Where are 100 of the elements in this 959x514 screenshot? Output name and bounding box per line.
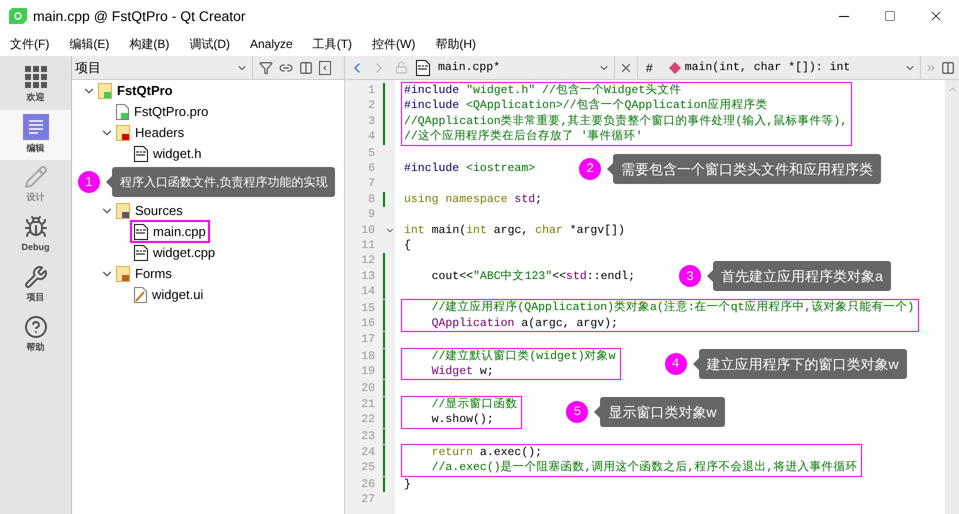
- split-icon[interactable]: [299, 60, 313, 74]
- mode-button[interactable]: 欢迎: [0, 60, 71, 110]
- tree-item[interactable]: widget.cpp: [153, 242, 216, 262]
- line-number: 15: [360, 300, 375, 317]
- number-badge: 3: [679, 265, 702, 288]
- file-dropdown[interactable]: main.cpp*: [438, 58, 614, 76]
- app-logo-icon: [9, 8, 27, 24]
- tree-item[interactable]: widget.h: [153, 144, 202, 164]
- pointer-icon: [106, 176, 112, 188]
- menu-item[interactable]: 控件(W): [372, 35, 416, 53]
- code-file-icon: [134, 244, 148, 260]
- folder-icon: [116, 202, 130, 218]
- line-number: 17: [360, 332, 375, 348]
- line-number: 16: [360, 316, 375, 332]
- line-number: 12: [360, 253, 375, 270]
- view-dropdown[interactable]: 项目: [72, 58, 252, 78]
- code-line: #include <iostream>: [404, 162, 536, 175]
- help-icon: [24, 315, 48, 340]
- line-number: 2: [367, 98, 375, 114]
- marked-tree-item[interactable]: main.cpp: [130, 220, 210, 244]
- hash-label[interactable]: #: [646, 58, 653, 76]
- split-icon[interactable]: [941, 60, 955, 74]
- line-number: 24: [360, 445, 375, 462]
- bug-icon: [24, 215, 48, 240]
- line-number: 13: [360, 268, 375, 285]
- tree-item[interactable]: Sources: [135, 200, 183, 220]
- code-line: #include "widget.h" //包含一个Widget头文件: [404, 84, 682, 97]
- maximize-icon: [884, 10, 896, 22]
- code-line: w.show();: [430, 413, 494, 426]
- line-number: 6: [367, 161, 375, 178]
- mode-button[interactable]: 帮助: [0, 310, 71, 360]
- folder-icon: [116, 266, 130, 282]
- folder-icon: [98, 82, 112, 98]
- menu-item[interactable]: 构建(B): [129, 35, 170, 53]
- line-number: 20: [360, 380, 375, 396]
- code-line: int main(int argc, char *argv[]): [404, 224, 625, 237]
- callout-note: 首先建立应用程序类对象a: [713, 261, 891, 292]
- menu-item[interactable]: 帮助(H): [435, 35, 476, 53]
- line-number: 21: [360, 396, 375, 413]
- window-title: main.cpp @ FstQtPro - Qt Creator: [33, 6, 246, 26]
- line-number: 4: [367, 129, 375, 146]
- menu-item[interactable]: 编辑(E): [69, 35, 110, 53]
- code-file-icon: [134, 224, 148, 240]
- line-number: 25: [360, 460, 375, 476]
- code-line: //建立应用程序(QApplication)类对象a(注意:在一个qt应用程序中,该对象只能有一个): [430, 301, 914, 314]
- line-number: 10: [360, 222, 375, 239]
- grid-icon: [24, 65, 48, 90]
- code-line: //这个应用程序类在后台存放了 '事件循环': [404, 130, 643, 144]
- code-line: //a.exec()是一个阻塞函数,调用这个函数之后,程序不会退出,将进入事件循环: [430, 461, 858, 474]
- pointer-icon: [594, 406, 600, 418]
- callout-note: 显示窗口类对象w: [600, 397, 725, 428]
- code-line: using namespace std;: [404, 192, 542, 206]
- filter-icon[interactable]: [259, 60, 273, 74]
- line-number: 18: [360, 348, 375, 365]
- line-number: 27: [360, 492, 375, 508]
- number-badge: 1: [78, 171, 100, 193]
- line-number: 23: [360, 428, 375, 445]
- callout-note: 需要包含一个窗口类头文件和应用程序类: [613, 154, 882, 184]
- number-badge: 4: [664, 353, 687, 376]
- file-icon: [116, 104, 129, 120]
- code-line: //显示窗口函数: [430, 398, 518, 411]
- tree-item[interactable]: FstQtPro: [117, 80, 173, 100]
- callout-note: 程序入口函数文件,负责程序功能的实现: [112, 167, 336, 197]
- menu-item[interactable]: 工具(T): [312, 35, 352, 53]
- code-file-icon: [134, 146, 148, 162]
- number-badge: 5: [566, 401, 588, 424]
- callout-note: 建立应用程序下的窗口类对象w: [698, 349, 907, 380]
- pointer-icon: [707, 270, 714, 282]
- mode-button[interactable]: 编辑: [0, 110, 71, 160]
- tree-item[interactable]: widget.ui: [152, 284, 204, 304]
- code-line: return a.exec();: [430, 446, 542, 459]
- tree-item[interactable]: Forms: [135, 264, 172, 284]
- tree-item[interactable]: FstQtPro.pro: [134, 102, 208, 122]
- line-number: 5: [367, 146, 375, 162]
- line-number: 22: [360, 412, 375, 428]
- pencil-icon: [24, 165, 48, 190]
- pointer-icon: [607, 162, 614, 175]
- code-line: Widget w;: [430, 365, 494, 378]
- line-number: 1: [367, 83, 375, 100]
- menu-item[interactable]: 文件(F): [10, 35, 50, 53]
- symbol-dropdown[interactable]: main(int, char *[]): int: [684, 58, 920, 76]
- tree-item[interactable]: main.cpp: [153, 222, 206, 242]
- line-number: 8: [367, 192, 375, 208]
- menu-item[interactable]: Analyze: [250, 35, 293, 53]
- form-file-icon: [134, 286, 147, 302]
- wrench-icon: [24, 265, 48, 290]
- line-number: 14: [360, 284, 375, 300]
- tree-item[interactable]: Headers: [135, 122, 184, 142]
- code-file-icon: [416, 60, 430, 76]
- mode-button[interactable]: Debug: [0, 210, 71, 260]
- code-line: cout<<"ABC中文123"<<std::endl;: [430, 270, 636, 283]
- mode-button[interactable]: 项目: [0, 260, 71, 310]
- line-number: 3: [367, 114, 375, 130]
- menu-item[interactable]: 调试(D): [189, 35, 230, 53]
- code-line: //建立默认窗口类(widget)对象w: [430, 350, 616, 363]
- line-number: 7: [367, 176, 375, 192]
- close-panel-icon[interactable]: [319, 60, 331, 74]
- line-number: 11: [360, 238, 375, 254]
- tag-icon: [668, 62, 681, 74]
- code-line: //QApplication类非常重要,其主要负责整个窗口的事件处理(输入,鼠标事件等),: [404, 114, 848, 128]
